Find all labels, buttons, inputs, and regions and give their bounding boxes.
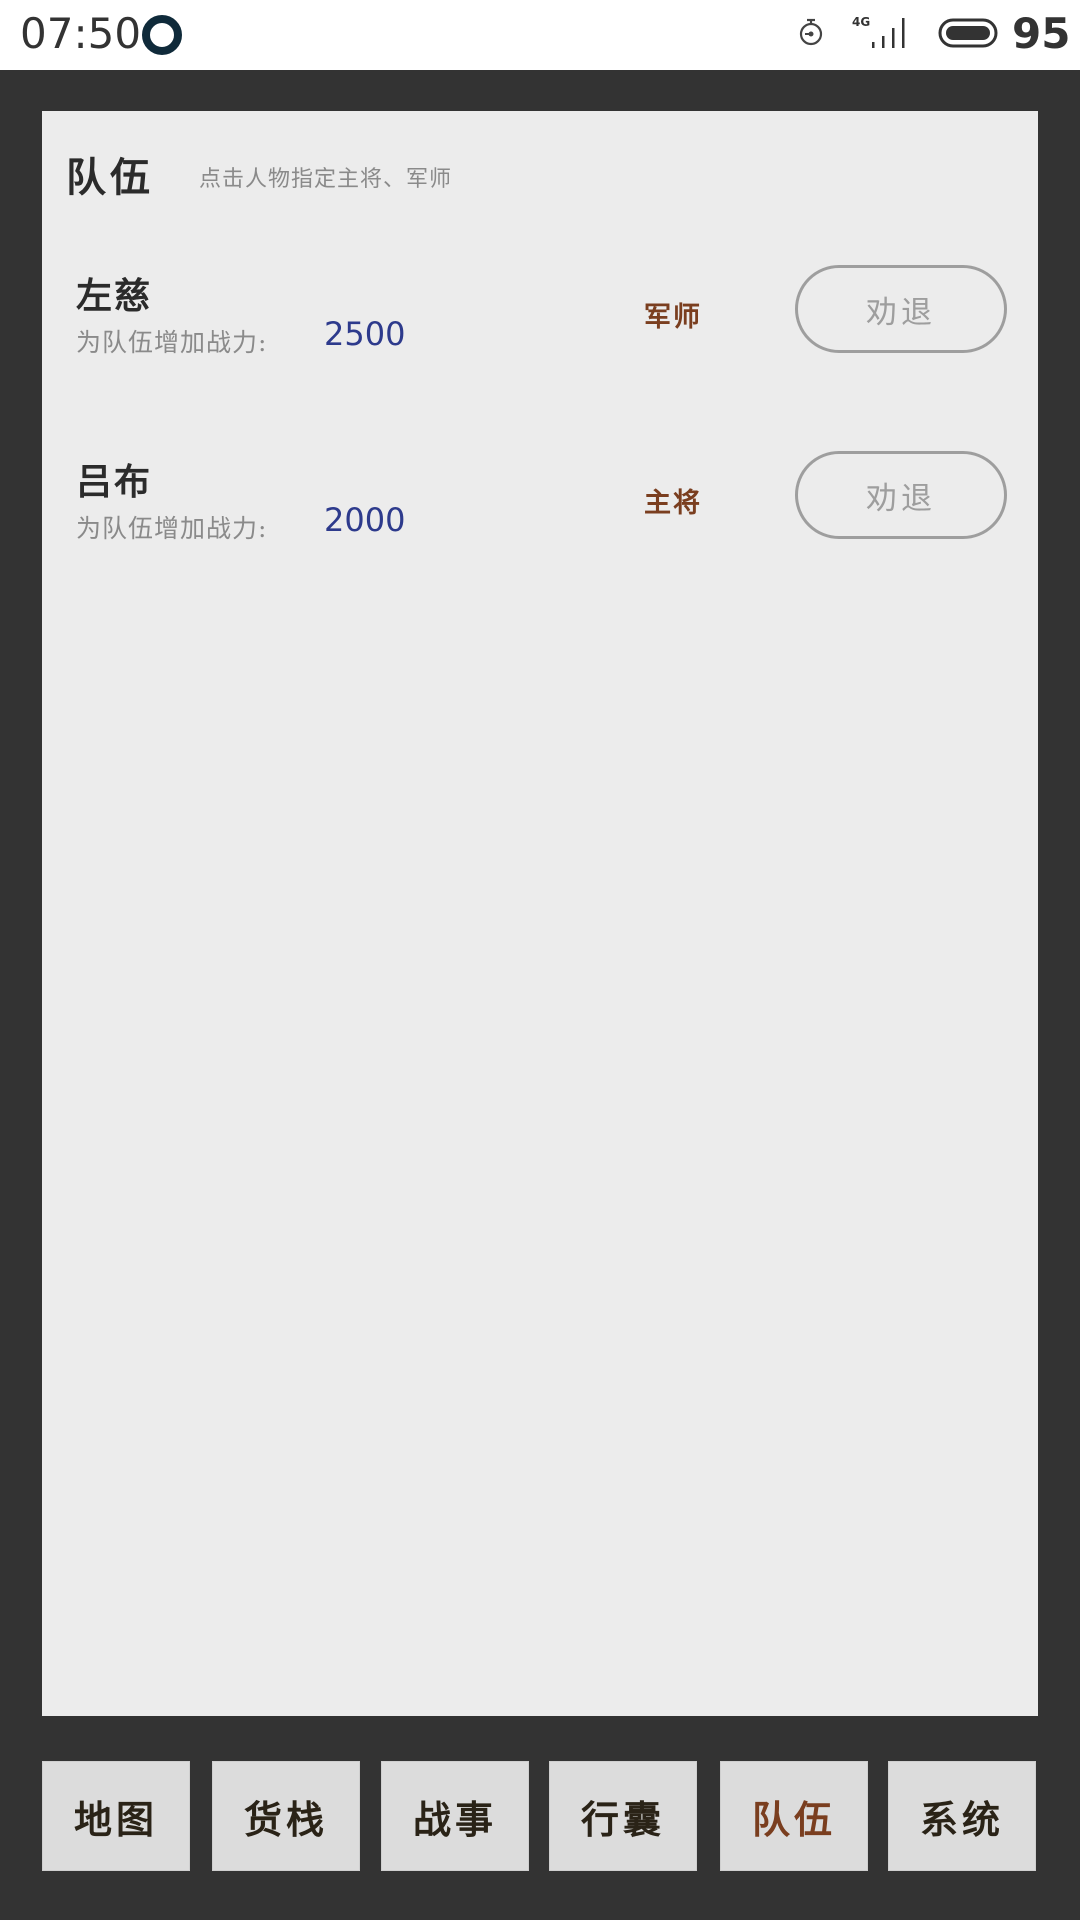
nav-item-inventory[interactable]: 行囊 — [549, 1761, 697, 1871]
nav-item-team[interactable]: 队伍 — [720, 1761, 868, 1871]
timer-icon — [799, 18, 823, 46]
team-member-row[interactable]: 左慈 为队伍增加战力: 2500 军师 劝退 — [42, 265, 1038, 397]
member-role: 军师 — [644, 302, 702, 333]
nav-item-map[interactable]: 地图 — [42, 1761, 190, 1871]
nav-item-store[interactable]: 货栈 — [212, 1761, 360, 1871]
battery-level: 95 — [1012, 9, 1071, 58]
status-time: 07:50 — [20, 9, 142, 58]
member-power-label: 为队伍增加战力: — [76, 328, 268, 357]
team-panel: 队伍 点击人物指定主将、军师 左慈 为队伍增加战力: 2500 军师 劝退 吕布… — [42, 111, 1038, 1716]
signal-icon: 4G — [852, 15, 905, 48]
status-bar: 07:50 4G 95 — [0, 0, 1080, 70]
page-title: 队伍 — [66, 154, 154, 201]
member-name: 左慈 — [76, 275, 153, 317]
nav-item-battle[interactable]: 战事 — [381, 1761, 529, 1871]
member-name: 吕布 — [76, 461, 153, 503]
bottom-nav: 地图 货栈 战事 行囊 队伍 系统 — [42, 1761, 1038, 1871]
nav-item-system[interactable]: 系统 — [888, 1761, 1036, 1871]
member-role: 主将 — [644, 488, 702, 519]
ring-icon — [142, 15, 182, 55]
dismiss-button[interactable]: 劝退 — [795, 265, 1007, 353]
network-label: 4G — [852, 15, 870, 29]
dismiss-button[interactable]: 劝退 — [795, 451, 1007, 539]
member-power-value: 2000 — [324, 501, 406, 539]
team-member-row[interactable]: 吕布 为队伍增加战力: 2000 主将 劝退 — [42, 451, 1038, 583]
member-power-value: 2500 — [324, 315, 406, 353]
battery-icon — [938, 18, 998, 48]
member-power-label: 为队伍增加战力: — [76, 514, 268, 543]
panel-hint: 点击人物指定主将、军师 — [199, 167, 453, 192]
